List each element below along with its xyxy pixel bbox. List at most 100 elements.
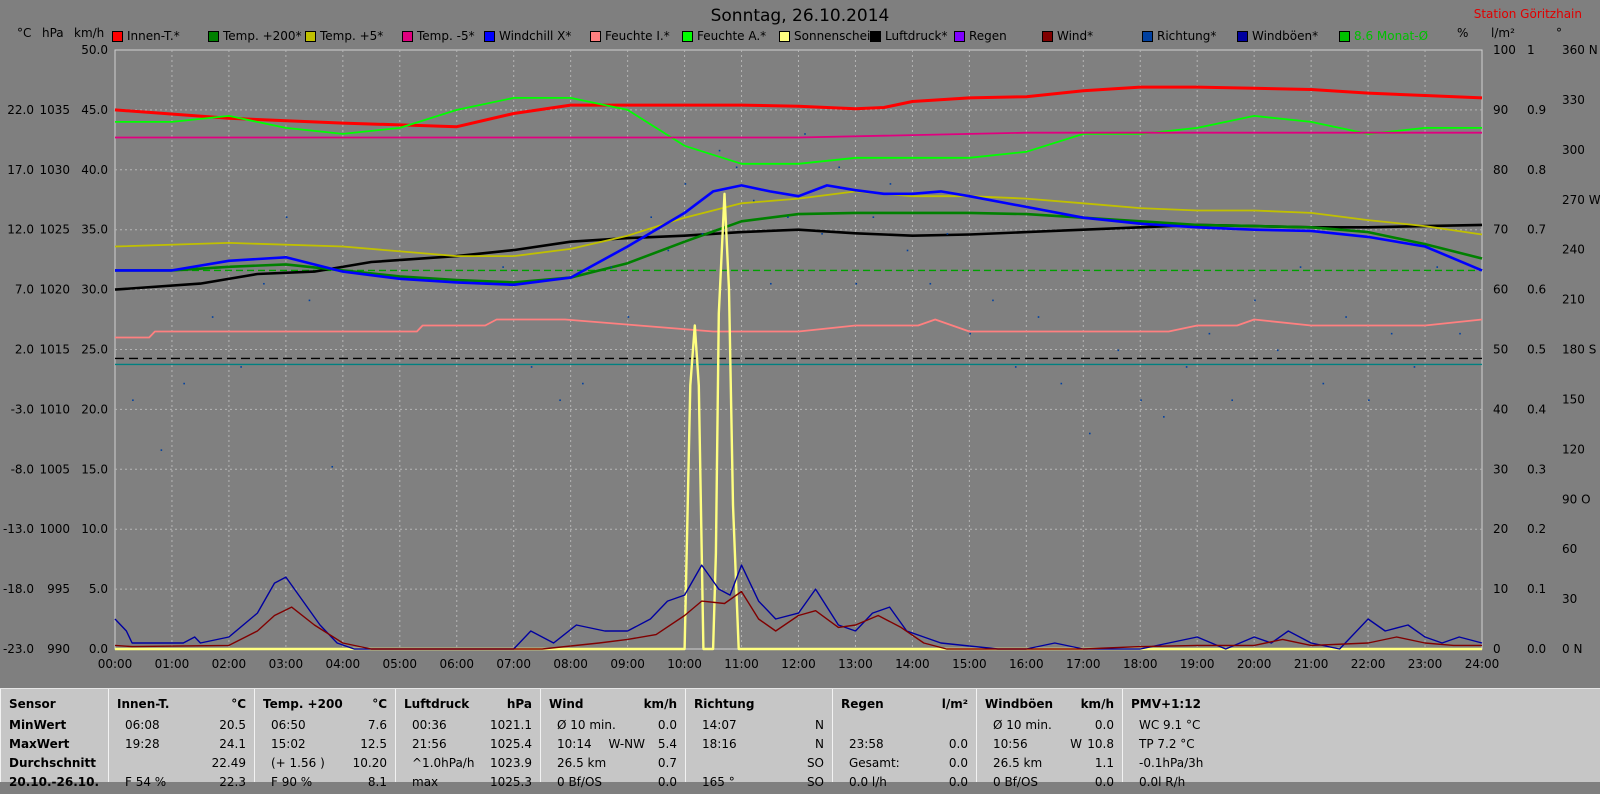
cell-label: 00:36 [412, 718, 447, 732]
x-tick-label: 17:00 [1066, 657, 1101, 671]
direction-point [735, 166, 738, 169]
direction-point [1413, 366, 1416, 368]
x-tick-label: 08:00 [553, 657, 588, 671]
cell-label: 21:56 [412, 737, 447, 751]
table-row: -0.1hPa/3h [1123, 756, 1600, 775]
speed_kmh-tick-label: 40.0 [81, 163, 108, 177]
humidity_pct-tick-label: 0 [1493, 642, 1501, 656]
direction_deg-tick-label: 270 W [1562, 193, 1600, 207]
cell-value: 8.1 [367, 775, 387, 789]
cell-value: SO [806, 775, 824, 789]
table-header: Richtung [686, 697, 832, 716]
cell-label: ^1.0hPa/h [412, 756, 475, 770]
direction-point [263, 282, 265, 285]
direction-point [285, 216, 288, 218]
table-row [833, 718, 976, 737]
direction-point [559, 399, 561, 402]
x-tick-label: 07:00 [496, 657, 531, 671]
table-column: Richtung 14:07 N 18:16 N SO 165 ° SO [685, 689, 832, 789]
rain_lm2-tick-label: 0.7 [1527, 223, 1546, 237]
humidity_pct-tick-label: 40 [1493, 402, 1508, 416]
direction-point [1140, 399, 1142, 402]
x-tick-label: 21:00 [1294, 657, 1329, 671]
table-row: 0.0 l/h 0.0 [833, 775, 976, 794]
speed_kmh-tick-label: 15.0 [81, 462, 108, 476]
direction-point [1208, 332, 1211, 335]
cell-label: 19:28 [125, 737, 160, 751]
table-row: Ø 10 min. 0.0 [541, 718, 685, 737]
column-unit: l/m² [941, 697, 968, 711]
direction-point [1117, 349, 1120, 352]
cell-value: 0.0 [657, 775, 677, 789]
cell-label: 0.0l R/h [1139, 775, 1186, 789]
x-tick-label: 19:00 [1180, 657, 1215, 671]
cell-label: 0 Bf/OS [993, 775, 1039, 789]
pressure_hpa-tick-label: 995 [47, 582, 70, 596]
direction-point [1322, 382, 1325, 385]
pressure_hpa-tick-label: 1015 [39, 343, 70, 357]
direction-point [308, 299, 311, 302]
direction-point [1390, 332, 1393, 335]
direction-point [804, 133, 806, 135]
column-title: Wind [549, 697, 584, 711]
direction-point [132, 399, 134, 402]
table-row: 0 Bf/OS 0.0 [541, 775, 685, 794]
rain_lm2-tick-label: 0.8 [1527, 163, 1546, 177]
x-tick-label: 24:00 [1465, 657, 1500, 671]
direction-point [1231, 399, 1233, 402]
cell-value: 1021.1 [490, 718, 532, 732]
table-column: Innen-T. °C 06:08 20.5 19:28 24.1 22.49 F 54 % 2… [108, 689, 254, 789]
direction-point [992, 299, 994, 302]
x-tick-label: 23:00 [1408, 657, 1443, 671]
direction-point [667, 249, 670, 252]
cell-value: 20.5 [219, 718, 246, 732]
cell-label: 06:08 [125, 718, 160, 732]
cell-label: 14:07 [702, 718, 737, 732]
direction-point [1037, 316, 1040, 318]
temp_c-tick-label: -3.0 [11, 402, 34, 416]
cell-label: 10:56 [993, 737, 1028, 751]
rain_lm2-tick-label: 0.1 [1527, 582, 1546, 596]
direction-point [183, 382, 185, 385]
cell-label: 26.5 km [557, 756, 607, 770]
direction-point [1060, 382, 1063, 385]
direction-point [610, 266, 613, 268]
cell-label: 165 ° [702, 775, 735, 789]
table-row: 21:56 1025.4 [396, 737, 540, 756]
speed_kmh-tick-label: 50.0 [81, 43, 108, 57]
x-tick-label: 20:00 [1237, 657, 1272, 671]
cell-value: 12.5 [360, 737, 387, 751]
table-column: Luftdruck hPa 00:36 1021.1 21:56 1025.4 ^1.0hP… [395, 689, 540, 789]
direction-point [627, 316, 630, 318]
direction-point [969, 332, 971, 335]
rain_lm2-tick-label: 0.4 [1527, 402, 1546, 416]
table-row: MinWert [1, 718, 108, 737]
direction_deg-tick-label: 120 [1562, 442, 1585, 456]
table-header: Windböen km/h [977, 697, 1122, 716]
cell-direction: W [1070, 737, 1082, 751]
direction-point [752, 199, 755, 202]
direction_deg-tick-label: 240 [1562, 243, 1585, 257]
cell-value: 0.0 [948, 775, 968, 789]
table-column: Wind km/h Ø 10 min. 0.0 10:14 W-NW 5.4 26.5 km 0… [540, 689, 685, 789]
table-row: 10:56 W 10.8 [977, 737, 1122, 756]
table-row: 10:14 W-NW 5.4 [541, 737, 685, 756]
cell-value: 0.0 [1094, 775, 1114, 789]
cell-label: 23:58 [849, 737, 884, 751]
humidity_pct-tick-label: 60 [1493, 283, 1508, 297]
cell-label: 20.10.-26.10. [9, 775, 100, 789]
table-column: Regen l/m² 23:58 0.0 Gesamt: 0.0 0.0 l/h 0.0 [832, 689, 976, 789]
humidity_pct-tick-label: 90 [1493, 103, 1508, 117]
speed_kmh-tick-label: 0.0 [89, 642, 108, 656]
direction-point [1368, 399, 1370, 402]
rain_lm2-tick-label: 0.9 [1527, 103, 1546, 117]
cell-label: 0 Bf/OS [557, 775, 603, 789]
direction-point [1276, 349, 1279, 352]
cell-label: (+ 1.56 ) [271, 756, 325, 770]
x-tick-label: 16:00 [1009, 657, 1044, 671]
table-header: Luftdruck hPa [396, 697, 540, 716]
table-row: F 90 % 8.1 [255, 775, 395, 794]
table-header: PMV+1:12 [1123, 697, 1600, 716]
table-row: (+ 1.56 ) 10.20 [255, 756, 395, 775]
table-row: Durchschnitt [1, 756, 108, 775]
